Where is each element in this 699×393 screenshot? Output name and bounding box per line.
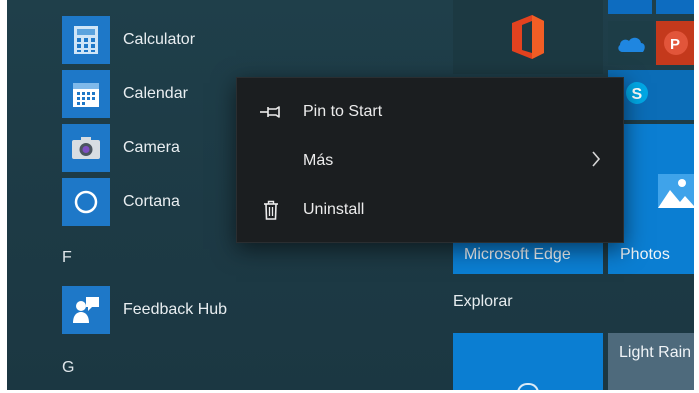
start-menu-screen: Calculator Calendar Camera Cortana F Fee… <box>0 0 699 393</box>
svg-text:P: P <box>670 36 680 53</box>
camera-icon <box>62 124 110 172</box>
menu-item-label: Pin to Start <box>303 103 383 120</box>
onedrive-tile[interactable] <box>608 21 654 65</box>
feedback-hub-icon <box>62 286 110 334</box>
pin-icon <box>259 100 283 124</box>
app-label: Cortana <box>123 193 180 210</box>
calendar-icon <box>62 70 110 118</box>
image-border-right <box>694 0 699 393</box>
onedrive-icon <box>616 35 646 58</box>
context-menu: Pin to Start Más Uninstall <box>236 77 624 243</box>
section-header-f[interactable]: F <box>62 249 72 267</box>
svg-text:S: S <box>632 86 643 103</box>
tile-label: Light Rain <box>619 344 692 361</box>
office-icon <box>508 13 548 66</box>
app-label: Calculator <box>123 31 196 48</box>
menu-item-label: Más <box>303 152 334 169</box>
menu-item-pin-to-start[interactable]: Pin to Start <box>237 90 623 134</box>
explore-tile[interactable] <box>453 333 603 393</box>
cortana-icon <box>62 178 110 226</box>
office-tile[interactable] <box>453 0 603 74</box>
section-header-g[interactable]: G <box>62 359 74 377</box>
skype-icon: S <box>624 80 650 111</box>
app-label: Feedback Hub <box>123 301 228 318</box>
powerpoint-icon: P <box>662 29 690 62</box>
menu-item-uninstall[interactable]: Uninstall <box>237 188 623 232</box>
chevron-right-icon <box>591 150 601 172</box>
menu-item-mas[interactable]: Más <box>237 139 623 183</box>
image-border-left <box>0 0 7 393</box>
app-list-item-calendar[interactable]: Calendar <box>62 70 188 118</box>
tile-top-blue-2[interactable] <box>656 0 694 14</box>
powerpoint-tile[interactable]: P <box>656 21 694 65</box>
calculator-icon <box>62 16 110 64</box>
tile-top-blue-1[interactable] <box>608 0 652 14</box>
app-list-item-calculator[interactable]: Calculator <box>62 16 195 64</box>
app-label: Camera <box>123 139 180 156</box>
tile-label: Microsoft Edge <box>464 246 571 263</box>
menu-item-label: Uninstall <box>303 201 365 218</box>
app-label: Calendar <box>123 85 188 102</box>
tile-group-title[interactable]: Explorar <box>453 293 513 311</box>
tile-label: Photos <box>620 246 670 263</box>
app-list-item-cortana[interactable]: Cortana <box>62 178 180 226</box>
photos-icon <box>658 174 694 213</box>
weather-tile[interactable]: Light Rain <box>608 333 694 393</box>
trash-icon <box>259 198 283 222</box>
app-list-item-camera[interactable]: Camera <box>62 124 180 172</box>
app-list-item-feedback-hub[interactable]: Feedback Hub <box>62 286 227 334</box>
